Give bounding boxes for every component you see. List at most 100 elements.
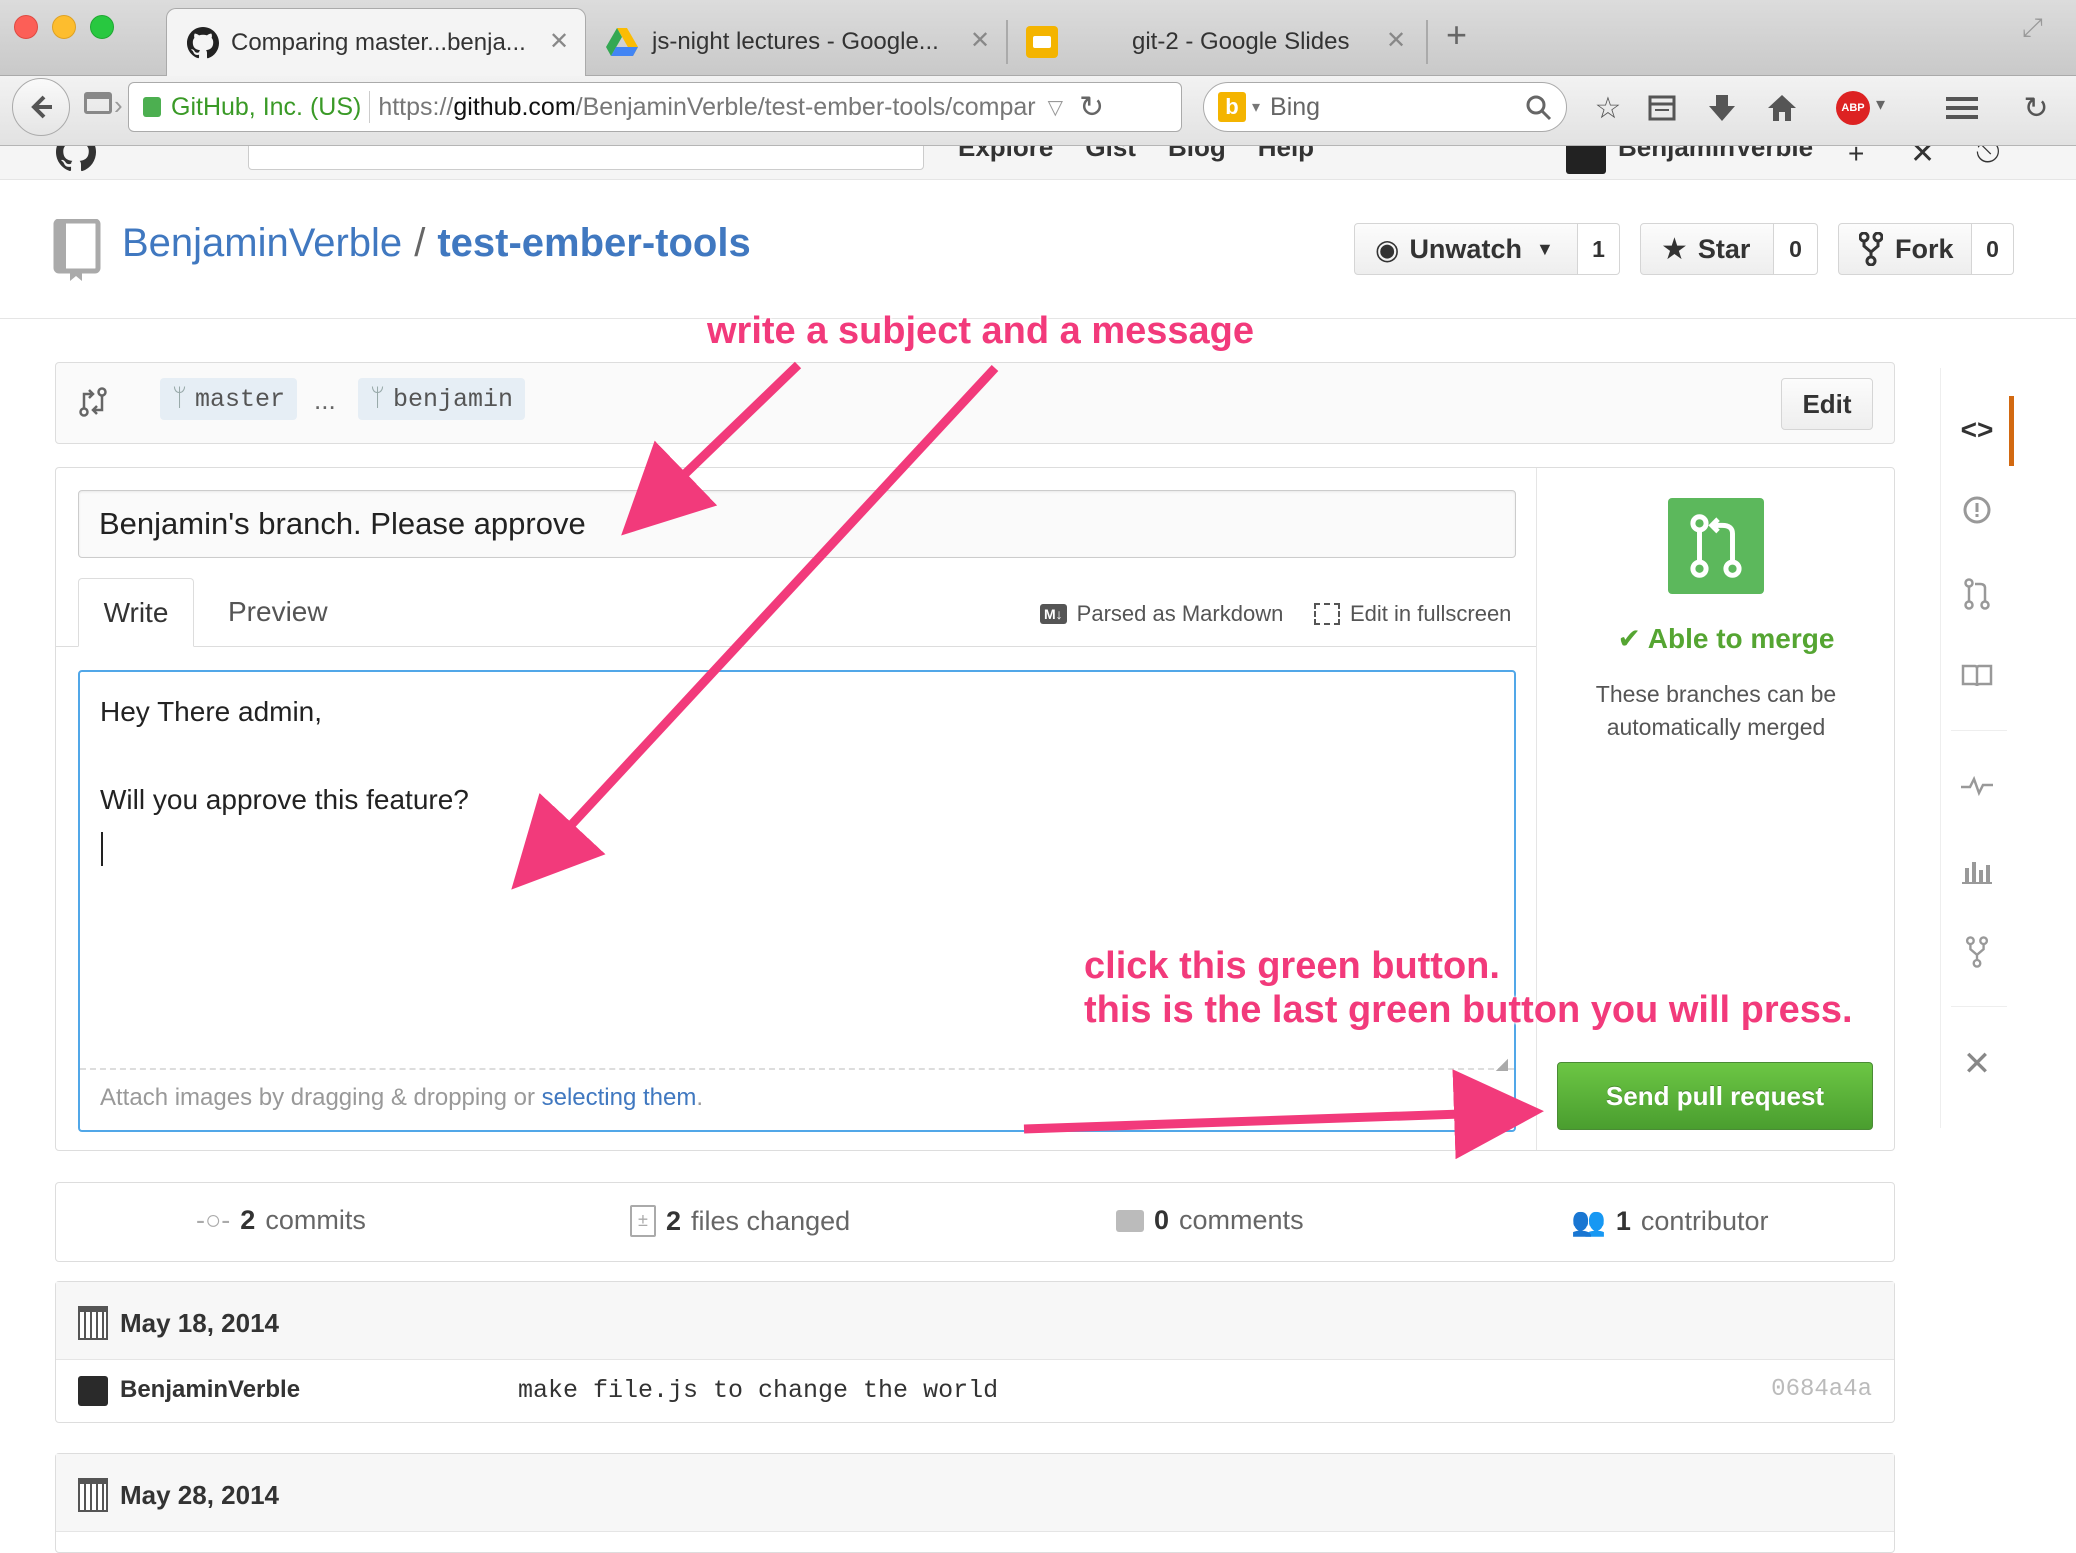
send-pull-request-button[interactable]: Send pull request — [1557, 1062, 1873, 1130]
reload-icon[interactable]: ↻ — [1079, 90, 1104, 125]
settings-tools-icon[interactable]: ✕ — [1957, 1044, 1997, 1084]
settings-tools-icon[interactable]: ✕ — [1910, 146, 1935, 171]
browser-tab-bar: Comparing master...benja... ✕ js-night l… — [0, 0, 2076, 76]
sign-out-icon[interactable]: ⎋ — [1976, 146, 2000, 170]
pr-body-line: Will you approve this feature? — [100, 784, 469, 815]
close-tab-icon[interactable]: ✕ — [970, 26, 990, 55]
chevron-down-icon[interactable]: ▾ — [1876, 94, 1885, 115]
nav-explore[interactable]: Explore — [958, 146, 1053, 163]
tab-write[interactable]: Write — [78, 578, 194, 647]
commit-group: May 18, 2014 BenjaminVerble make file.js… — [55, 1281, 1895, 1423]
close-tab-icon[interactable]: ✕ — [1386, 26, 1406, 55]
chevron-right-icon: › — [114, 90, 123, 120]
tab-slides[interactable]: git-2 - Google Slides ✕ — [1020, 8, 1420, 76]
head-branch[interactable]: ᛘ benjamin — [358, 378, 526, 420]
plus-icon[interactable]: + — [1848, 146, 1864, 170]
commit-group-header — [56, 1282, 1894, 1360]
tab-drive[interactable]: js-night lectures - Google... ✕ — [600, 8, 1000, 76]
commit-date-label: May 28, 2014 — [120, 1479, 280, 1510]
wiki-icon[interactable] — [1957, 656, 1997, 696]
tab-github-compare[interactable]: Comparing master...benja... ✕ — [166, 8, 586, 76]
sync-icon[interactable]: ↻ — [2016, 88, 2056, 128]
commit-sha[interactable]: 0684a4a — [1771, 1376, 1872, 1403]
fullscreen-icon — [1314, 603, 1340, 625]
tab-title: git-2 - Google Slides — [1132, 28, 1350, 55]
network-fork-icon[interactable] — [1957, 932, 1997, 972]
avatar[interactable] — [78, 1376, 108, 1406]
pulse-icon[interactable] — [1957, 766, 1997, 806]
calendar-icon — [78, 1478, 108, 1512]
star-label: Star — [1697, 233, 1751, 264]
stat-files[interactable]: ± 2 files changed — [630, 1205, 850, 1237]
nav-help[interactable]: Help — [1258, 146, 1314, 163]
attach-link[interactable]: selecting them — [542, 1084, 697, 1111]
merge-status: ✔ Able to merge — [1606, 622, 1846, 655]
close-window-button[interactable] — [14, 15, 38, 39]
pull-requests-icon[interactable] — [1957, 574, 1997, 614]
contributors-icon: 👥 — [1571, 1206, 1606, 1237]
pr-title-input[interactable]: Benjamin's branch. Please approve — [78, 490, 1516, 558]
commit-author[interactable]: BenjaminVerble — [120, 1376, 300, 1404]
tab-divider — [1006, 20, 1008, 64]
github-header-partial: Explore Gist Blog Help BenjaminVerble + … — [0, 146, 2076, 180]
close-tab-icon[interactable]: ✕ — [549, 27, 569, 56]
reading-list-icon[interactable] — [84, 92, 112, 114]
url-bar[interactable]: GitHub, Inc. (US) https:// github.com /B… — [128, 82, 1182, 132]
compare-ellipsis: ... — [314, 385, 336, 415]
github-search-input[interactable] — [248, 146, 924, 170]
commit-message[interactable]: make file.js to change the world — [518, 1376, 998, 1405]
new-tab-button[interactable]: + — [1446, 14, 1467, 56]
code-icon[interactable]: <> — [1957, 410, 1997, 450]
minimize-window-button[interactable] — [52, 15, 76, 39]
back-arrow-icon[interactable] — [12, 78, 70, 136]
star-button[interactable]: ★ Star — [1640, 223, 1774, 275]
merge-status-label: Able to merge — [1647, 623, 1835, 654]
chevron-down-icon[interactable]: ▾ — [1252, 97, 1260, 117]
issues-icon[interactable] — [1957, 490, 1997, 530]
fullscreen-icon[interactable]: ⤢ — [2022, 12, 2043, 44]
search-bar[interactable]: b ▾ Bing — [1203, 82, 1567, 132]
fork-label: Fork — [1895, 233, 1954, 264]
forks-count[interactable]: 0 — [1972, 223, 2014, 275]
repo-owner-link[interactable]: BenjaminVerble — [122, 221, 402, 266]
bookmark-star-icon[interactable]: ☆ — [1588, 88, 1628, 128]
stat-contributors[interactable]: 👥 1 contributor — [1571, 1205, 1768, 1238]
stargazers-count[interactable]: 0 — [1774, 223, 1818, 275]
bookmarks-list-icon[interactable] — [1642, 88, 1682, 128]
zoom-window-button[interactable] — [90, 15, 114, 39]
url-dropdown-icon[interactable]: ▽ — [1048, 95, 1063, 120]
stat-commits[interactable]: -○- 2 commits — [196, 1205, 366, 1236]
avatar[interactable] — [1566, 146, 1606, 174]
tab-preview[interactable]: Preview — [228, 596, 328, 628]
merge-status-icon — [1668, 498, 1764, 594]
home-icon[interactable] — [1762, 88, 1802, 128]
star-icon: ★ — [1661, 232, 1688, 266]
nav-gist[interactable]: Gist — [1085, 146, 1136, 163]
pr-body-textarea[interactable]: Hey There admin, Will you approve this f… — [78, 670, 1516, 1132]
download-icon[interactable] — [1702, 88, 1742, 128]
base-branch[interactable]: ᛘ master — [160, 378, 298, 420]
search-icon[interactable] — [1526, 95, 1552, 121]
site-identity[interactable]: GitHub, Inc. (US) — [171, 93, 361, 122]
merge-box-divider — [1536, 468, 1537, 1150]
stat-comments[interactable]: 0 comments — [1116, 1205, 1304, 1236]
fork-button[interactable]: Fork — [1838, 223, 1972, 275]
comment-icon — [1116, 1209, 1144, 1232]
repo-name-link[interactable]: test-ember-tools — [437, 221, 750, 266]
github-username[interactable]: BenjaminVerble — [1618, 146, 1813, 163]
tab-title: js-night lectures - Google... — [652, 28, 939, 55]
markdown-hint[interactable]: M↓ Parsed as Markdown — [1040, 601, 1283, 627]
unwatch-button[interactable]: ◉ Unwatch ▼ — [1354, 223, 1578, 275]
commit-group-date: May 18, 2014 — [78, 1306, 279, 1340]
menu-icon[interactable] — [1942, 88, 1982, 128]
github-logo-icon[interactable] — [56, 146, 96, 172]
nav-blog[interactable]: Blog — [1168, 146, 1226, 163]
url-path: /BenjaminVerble/test-ember-tools/compar — [575, 92, 1036, 121]
adblock-icon[interactable]: ABP — [1836, 91, 1870, 125]
graphs-icon[interactable] — [1957, 850, 1997, 890]
fullscreen-toggle[interactable]: Edit in fullscreen — [1314, 601, 1511, 627]
tab-divider — [1426, 20, 1428, 64]
watchers-count[interactable]: 1 — [1578, 223, 1620, 275]
edit-compare-button[interactable]: Edit — [1781, 378, 1873, 430]
resize-handle-icon[interactable]: ◢ — [1496, 1054, 1508, 1074]
